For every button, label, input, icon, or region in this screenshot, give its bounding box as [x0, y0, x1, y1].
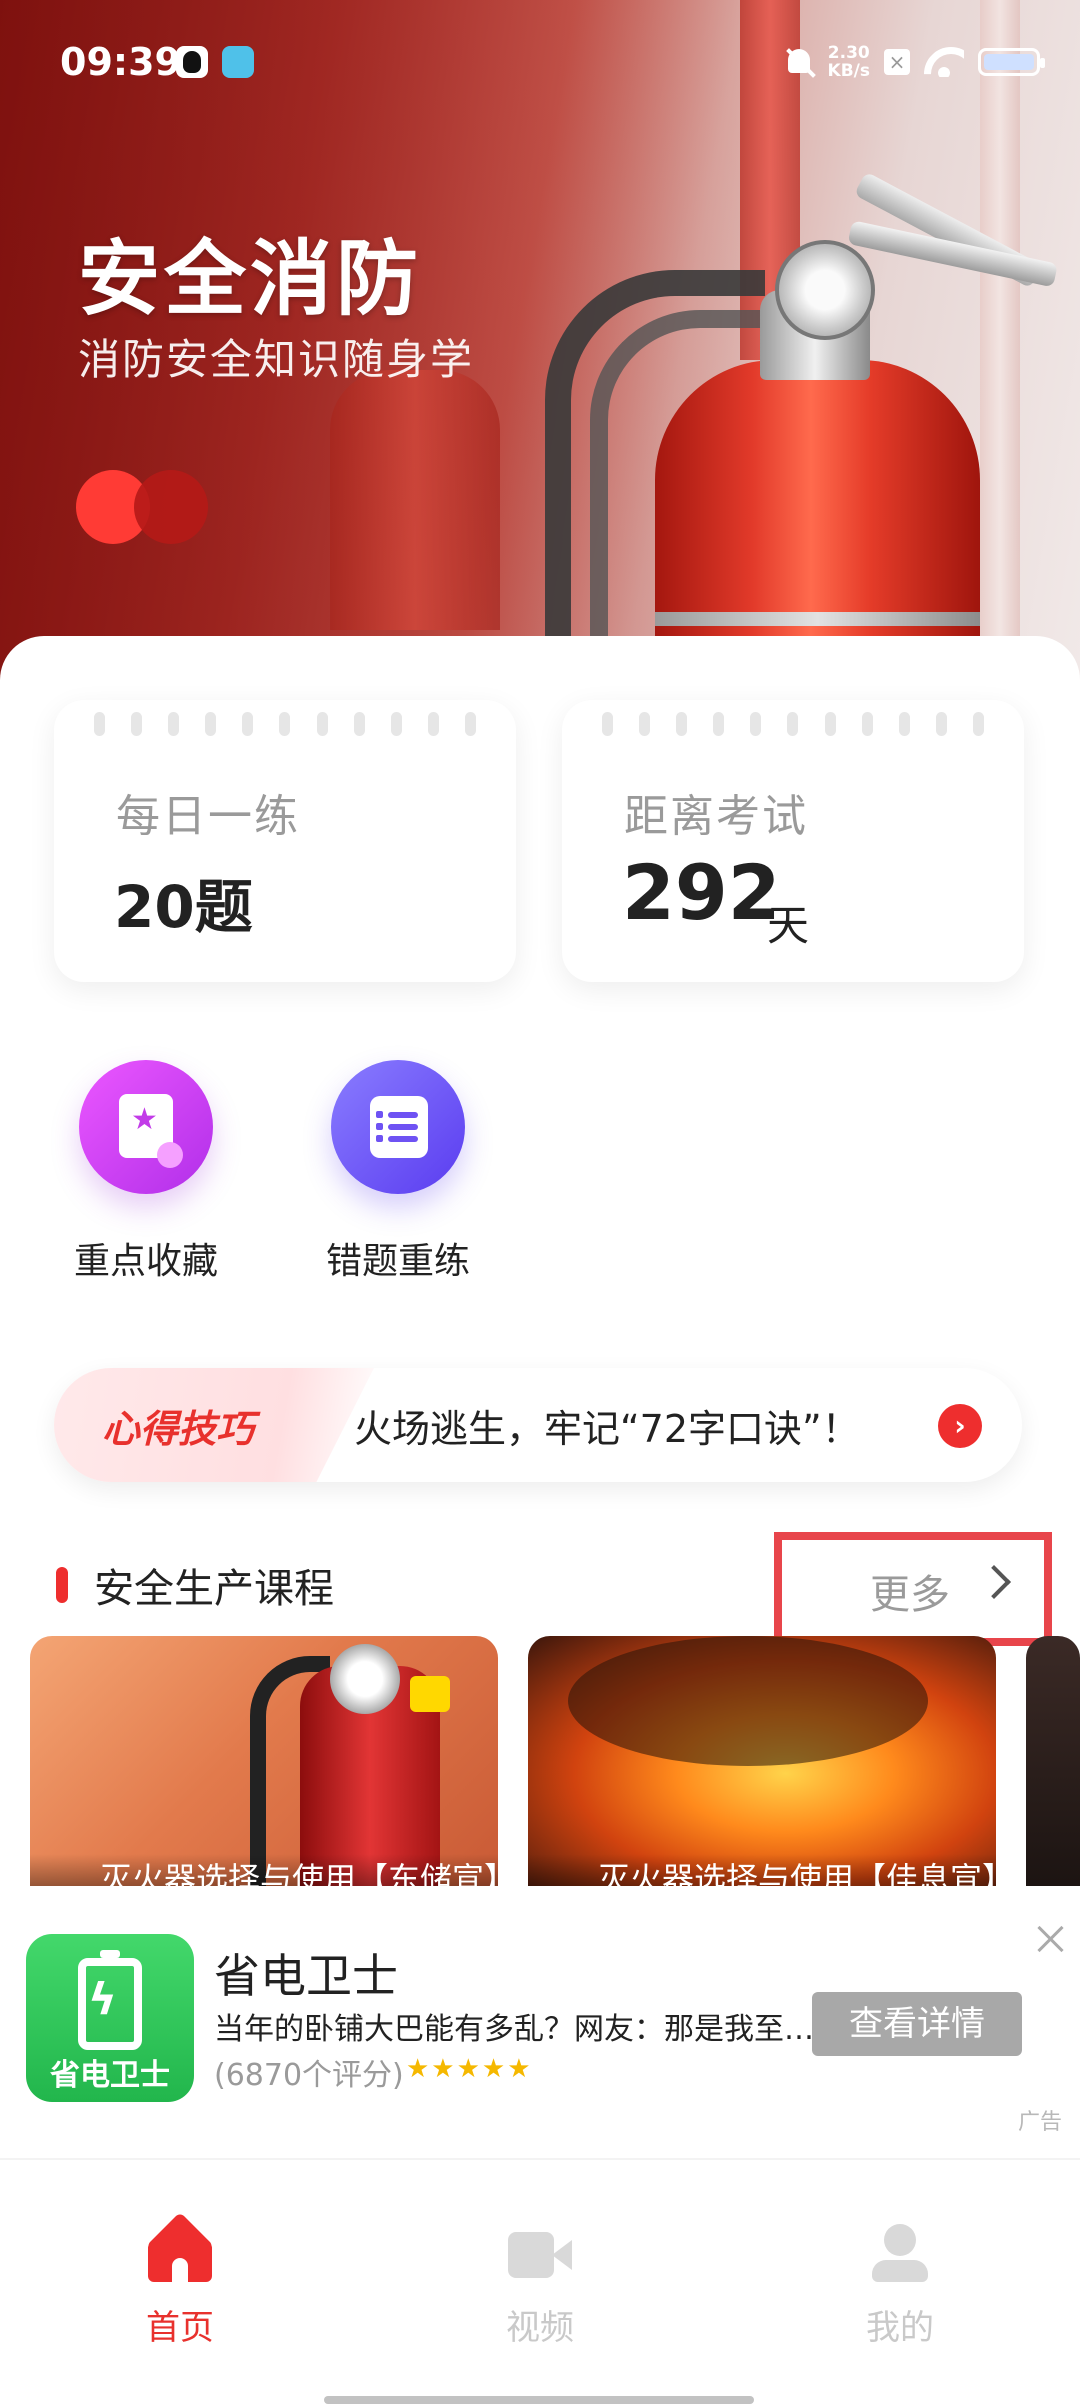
qq-icon [176, 46, 208, 78]
notebook-rings [602, 712, 984, 736]
course-thumbnail-smoke [568, 1636, 928, 1766]
daily-practice-label: 每日一练 [116, 791, 300, 842]
close-icon[interactable] [1036, 1924, 1066, 1954]
ad-description: 当年的卧铺大巴能有多乱？网友：那是我至… [214, 2012, 814, 2047]
exam-countdown-label: 距离考试 [624, 791, 808, 842]
course-thumbnail-tag [410, 1676, 450, 1712]
wrong-questions-icon-circle [331, 1060, 465, 1194]
ad-icon-label: 省电卫士 [50, 2058, 170, 2093]
wrong-questions-label: 错题重练 [325, 1241, 470, 1282]
tips-tag: 心得技巧 [54, 1368, 374, 1482]
courses-section-title: 安全生产课程 [94, 1566, 334, 1612]
hero-extinguisher-background-graphic [330, 370, 500, 630]
notebook-rings [94, 712, 476, 736]
ad-title: 省电卫士 [214, 1949, 398, 2003]
section-accent-bar [56, 1567, 68, 1603]
network-speed-value: 2.30 [827, 43, 870, 63]
app-screen: 安全消防 消防安全知识随身学 09:39 2.30 KB/s × 每日一练 20… [0, 0, 1080, 2408]
status-time: 09:39 [60, 40, 181, 84]
favorites-label: 重点收藏 [73, 1241, 218, 1282]
wrong-questions-button[interactable]: 错题重练 [318, 1060, 478, 1284]
no-sim-icon: × [884, 49, 910, 75]
bookmark-star-icon [119, 1094, 183, 1168]
chevron-right-icon[interactable]: › [938, 1404, 982, 1448]
more-label: 更多 [870, 1572, 950, 1618]
chevron-right-icon [977, 1565, 1011, 1599]
network-speed: 2.30 KB/s [828, 44, 870, 80]
tab-profile-label: 我的 [866, 2308, 934, 2348]
favorites-button[interactable]: 重点收藏 [66, 1060, 226, 1284]
course-thumbnail-gauge [330, 1644, 400, 1714]
wifi-icon [924, 47, 964, 77]
status-bar: 09:39 2.30 KB/s × [0, 0, 1080, 120]
exam-countdown-unit: 天 [767, 901, 810, 950]
ad-app-icon[interactable]: ϟ 省电卫士 [26, 1934, 194, 2102]
tips-banner[interactable]: 心得技巧 火场逃生，牢记“72字口诀”！ › [54, 1368, 1022, 1482]
home-icon [148, 2224, 212, 2282]
hero-subtitle: 消防安全知识随身学 [78, 335, 475, 384]
hero-extinguisher-band [655, 612, 980, 626]
bottom-tab-bar: 首页 视频 我的 [0, 2158, 1080, 2408]
exam-countdown-value: 292 [622, 848, 781, 937]
home-indicator[interactable] [324, 2396, 754, 2404]
tab-video-label: 视频 [506, 2308, 574, 2348]
course-card[interactable]: 灭火器选择与使用【佳息宣】 [528, 1636, 996, 1886]
network-speed-unit: KB/s [827, 61, 870, 81]
banner-indicator-dot[interactable] [134, 470, 208, 544]
mute-icon [784, 45, 814, 79]
daily-practice-card[interactable]: 每日一练 20题 [54, 700, 516, 982]
course-card[interactable]: 灭火器选择与使用【东储宣】 [30, 1636, 498, 1886]
list-notebook-icon [370, 1096, 428, 1158]
battery-icon [978, 48, 1045, 76]
tips-text: 火场逃生，牢记“72字口诀”！ [354, 1407, 860, 1451]
more-courses-button[interactable]: 更多 [774, 1532, 1052, 1646]
tab-profile[interactable]: 我的 [800, 2224, 1000, 2349]
video-camera-icon [508, 2224, 572, 2282]
status-right-icons: 2.30 KB/s × [784, 40, 1045, 84]
tab-home[interactable]: 首页 [80, 2224, 280, 2349]
tab-video[interactable]: 视频 [440, 2224, 640, 2349]
ad-rating-count: (6870个评分) [214, 2058, 404, 2093]
exam-countdown-card[interactable]: 距离考试 292 天 [562, 700, 1024, 982]
tab-home-label: 首页 [146, 2308, 214, 2348]
tips-tag-label: 心得技巧 [102, 1407, 255, 1451]
ad-rating-stars: ★★★★★ [406, 2054, 533, 2084]
favorites-icon-circle [79, 1060, 213, 1194]
ad-banner[interactable]: ϟ 省电卫士 省电卫士 当年的卧铺大巴能有多乱？网友：那是我至… (6870个评… [0, 1886, 1080, 2158]
hero-title: 安全消防 [78, 232, 423, 327]
ad-details-button[interactable]: 查看详情 [812, 1992, 1022, 2056]
course-caption: 灭火器选择与使用【佳息宣】 [528, 1854, 996, 1886]
app-notification-icon [222, 46, 254, 78]
course-caption: 灭火器选择与使用【东储宣】 [30, 1854, 498, 1886]
user-icon [868, 2224, 932, 2282]
hero-extinguisher-graphic [655, 360, 980, 680]
hero-pressure-gauge [775, 240, 875, 340]
course-card-partial[interactable] [1026, 1636, 1080, 1886]
daily-practice-value: 20题 [114, 873, 253, 941]
lightning-icon: ϟ [88, 1974, 118, 2025]
ad-label: 广告 [1017, 2110, 1062, 2135]
courses-section-header: 安全生产课程 [56, 1556, 334, 1614]
